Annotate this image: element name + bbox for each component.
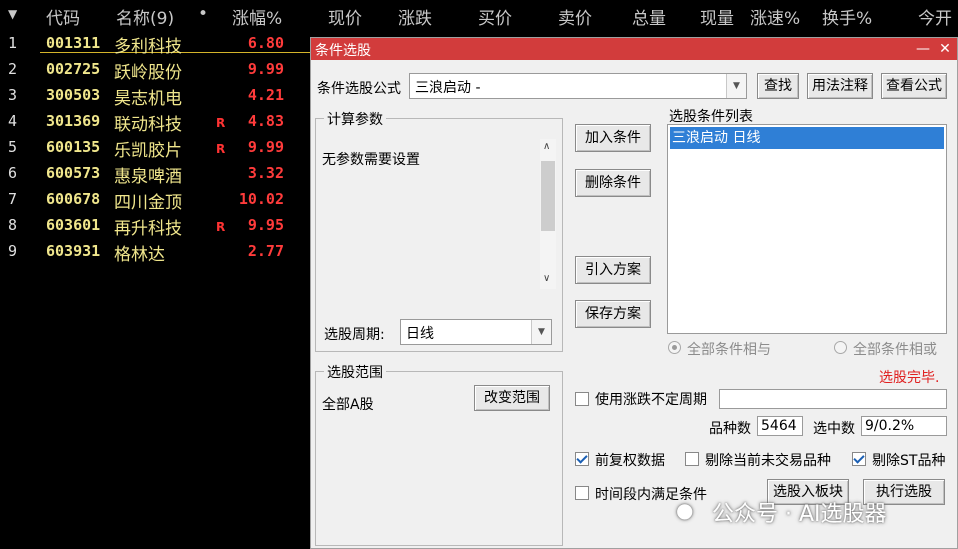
column-header-row: ▼ 代码 名称(9) • 涨幅% 现价 涨跌 买价 卖价 总量 现量 涨速% 换… (0, 0, 958, 30)
sort-arrow-icon[interactable]: ▼ (8, 7, 17, 21)
col-open[interactable]: 今开 (918, 4, 952, 29)
chevron-down-icon[interactable]: ∨ (543, 273, 550, 284)
period-value: 日线 (406, 326, 434, 342)
params-group: 计算参数 无参数需要设置 ∧ ∨ 选股周期: 日线 ▼ (315, 109, 563, 352)
var-period-label[interactable]: 使用涨跌不定周期 (595, 389, 707, 409)
chevron-down-icon[interactable]: ▼ (531, 320, 551, 344)
range-value: 全部A股 (322, 397, 374, 413)
import-scheme-button[interactable]: 引入方案 (575, 256, 651, 284)
wechat-icon: ● (676, 498, 694, 522)
condition-stock-selection-dialog: 条件选股 — ✕ 条件选股公式 三浪启动 - ▼ 查找 用法注释 查看公式 计算… (310, 37, 958, 549)
col-price[interactable]: 现价 (328, 4, 362, 29)
time-condition-checkbox[interactable] (575, 486, 589, 500)
chevron-down-icon[interactable]: ▼ (726, 74, 746, 98)
col-volume[interactable]: 总量 (632, 4, 666, 29)
add-condition-button[interactable]: 加入条件 (575, 124, 651, 152)
exclude-st-checkbox[interactable] (852, 452, 866, 466)
range-group: 选股范围 全部A股 改变范围 (315, 362, 563, 546)
list-item[interactable]: 三浪启动 日线 (670, 127, 944, 149)
col-change[interactable]: 涨跌 (398, 4, 432, 29)
params-text: 无参数需要设置 (322, 152, 420, 168)
watermark: ● 公众号 · AI选股器 (676, 496, 946, 528)
exclude-untraded-label[interactable]: 剔除当前未交易品种 (705, 450, 831, 470)
watermark-text: 公众号 · AI选股器 (712, 502, 887, 527)
table-row[interactable]: 1 001311 多利科技 6.80 (0, 30, 310, 57)
save-scheme-button[interactable]: 保存方案 (575, 300, 651, 328)
scrollbar-thumb[interactable] (541, 161, 555, 231)
formula-label: 条件选股公式 (317, 81, 401, 97)
col-turnover[interactable]: 换手% (822, 4, 872, 29)
find-button[interactable]: 查找 (757, 73, 799, 99)
formula-select[interactable]: 三浪启动 - ▼ (409, 73, 747, 99)
table-row[interactable]: 7 600678 四川金顶 10.02 (0, 186, 310, 213)
period-select[interactable]: 日线 ▼ (400, 319, 552, 345)
radio-or[interactable] (834, 341, 847, 354)
col-name[interactable]: 名称(9) (116, 4, 174, 29)
radio-and-label[interactable]: 全部条件相与 (687, 339, 771, 359)
table-row[interactable]: 5 600135 乐凯胶片 R 9.99 (0, 134, 310, 161)
count-field: 5464 (757, 416, 803, 436)
col-ask[interactable]: 卖价 (558, 4, 592, 29)
close-icon[interactable]: ✕ (935, 39, 955, 59)
table-row[interactable]: 4 301369 联动科技 R 4.83 (0, 108, 310, 135)
col-cur-volume[interactable]: 现量 (700, 4, 734, 29)
exclude-untraded-checkbox[interactable] (685, 452, 699, 466)
col-bid[interactable]: 买价 (478, 4, 512, 29)
col-code[interactable]: 代码 (46, 4, 80, 29)
col-change-pct[interactable]: 涨幅% (232, 4, 282, 29)
dialog-title: 条件选股 (315, 43, 371, 59)
col-speed[interactable]: 涨速% (750, 4, 800, 29)
fq-checkbox[interactable] (575, 452, 589, 466)
period-label: 选股周期: (324, 327, 385, 343)
table-row[interactable]: 9 603931 格林达 2.77 (0, 238, 310, 265)
radio-and[interactable] (668, 341, 681, 354)
params-scrollbar[interactable]: ∧ ∨ (540, 139, 556, 289)
table-row[interactable]: 3 300503 昊志机电 4.21 (0, 82, 310, 109)
col-dot: • (198, 4, 209, 24)
var-period-field[interactable] (719, 389, 947, 409)
formula-value: 三浪启动 - (415, 80, 481, 96)
params-group-title: 计算参数 (324, 109, 386, 129)
var-period-checkbox[interactable] (575, 392, 589, 406)
table-row[interactable]: 2 002725 跃岭股份 9.99 (0, 56, 310, 83)
dialog-titlebar[interactable]: 条件选股 — ✕ (311, 38, 957, 60)
selected-field: 9/0.2% (861, 416, 947, 436)
change-range-button[interactable]: 改变范围 (474, 385, 550, 411)
exclude-st-label[interactable]: 剔除ST品种 (872, 450, 945, 470)
fq-label[interactable]: 前复权数据 (595, 450, 665, 470)
status-text: 选股完毕. (879, 370, 940, 386)
condition-list-label: 选股条件列表 (669, 109, 753, 125)
radio-or-label[interactable]: 全部条件相或 (853, 339, 937, 359)
selected-label: 选中数 (813, 421, 855, 437)
minimize-icon[interactable]: — (913, 39, 933, 59)
usage-notes-button[interactable]: 用法注释 (807, 73, 873, 99)
table-row[interactable]: 6 600573 惠泉啤酒 3.32 (0, 160, 310, 187)
chevron-up-icon[interactable]: ∧ (543, 141, 550, 152)
range-group-title: 选股范围 (324, 362, 386, 382)
table-row[interactable]: 8 603601 再升科技 R 9.95 (0, 212, 310, 239)
view-formula-button[interactable]: 查看公式 (881, 73, 947, 99)
condition-list[interactable]: 三浪启动 日线 (667, 124, 947, 334)
delete-condition-button[interactable]: 删除条件 (575, 169, 651, 197)
count-label: 品种数 (709, 421, 751, 437)
